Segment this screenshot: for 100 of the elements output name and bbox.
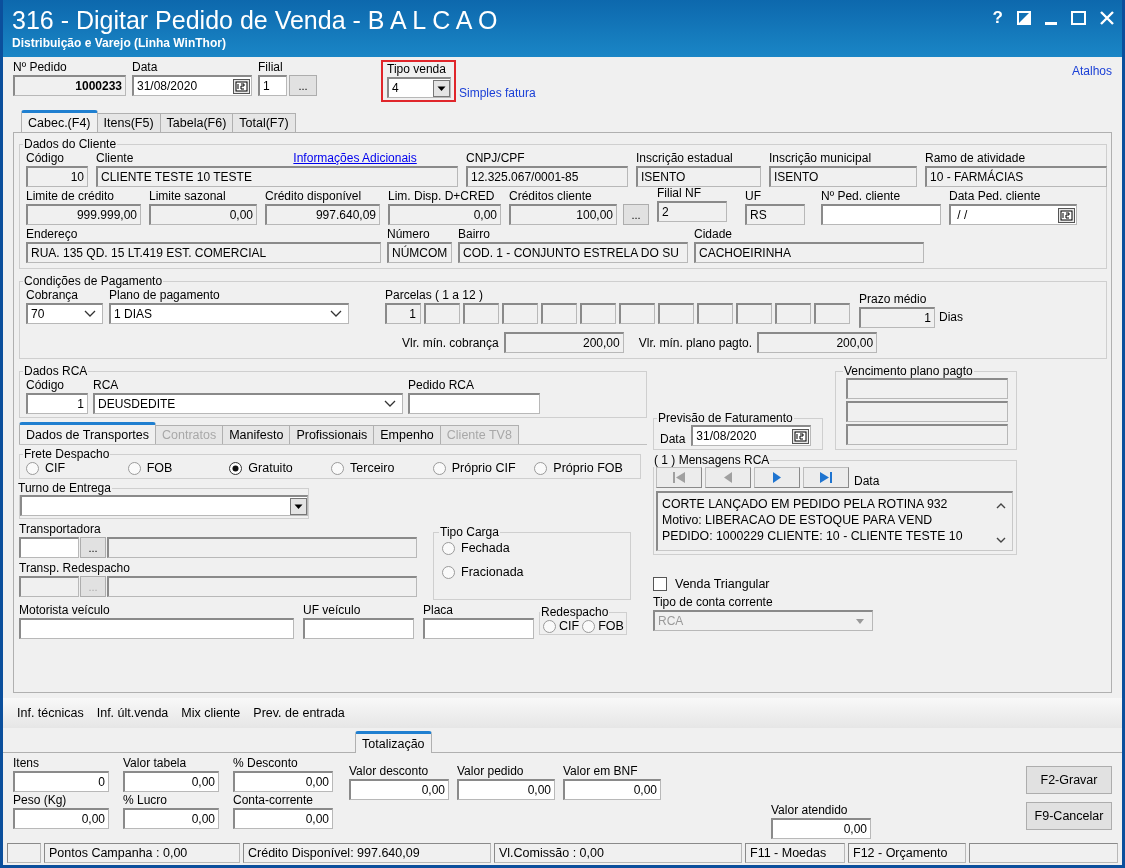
tab[interactable]: Empenho: [373, 425, 441, 444]
text-field[interactable]: 0: [13, 771, 109, 792]
radio-button[interactable]: Próprio FOB: [534, 461, 635, 475]
text-field[interactable]: CACHOEIRINHA: [694, 242, 924, 263]
date-field[interactable]: / /: [949, 204, 1077, 225]
text-field[interactable]: [408, 393, 540, 414]
checkbox[interactable]: Venda Triangular: [653, 577, 1018, 591]
text-field[interactable]: 0,00: [771, 818, 871, 839]
radio-on-icon[interactable]: [229, 461, 243, 475]
text-field[interactable]: 100,00: [509, 204, 617, 225]
last-button[interactable]: [803, 467, 849, 488]
shortcuts-link[interactable]: Atalhos: [1071, 64, 1112, 78]
text-field[interactable]: 0,00: [349, 779, 449, 800]
radio-button[interactable]: Terceiro: [331, 461, 433, 475]
radio-off-icon[interactable]: [26, 461, 39, 475]
lookup-button[interactable]: ...: [80, 537, 106, 558]
text-field[interactable]: 12.325.067/0001-85: [466, 166, 628, 187]
text-field[interactable]: 997.640,09: [265, 204, 380, 225]
info-link[interactable]: Inf. últ.venda: [96, 706, 169, 720]
text-field[interactable]: 2: [657, 201, 727, 222]
info-link[interactable]: Inf. técnicas: [17, 706, 84, 720]
radio-button[interactable]: Fechada: [442, 541, 622, 555]
radio-button[interactable]: Fracionada: [442, 565, 622, 579]
radio-off-icon[interactable]: [582, 619, 596, 633]
tab[interactable]: Dados de Transportes: [19, 422, 156, 444]
text-field[interactable]: 1: [26, 393, 88, 414]
calendar-icon[interactable]: [1058, 207, 1075, 223]
tab[interactable]: Tabela(F6): [159, 113, 234, 132]
lookup-button[interactable]: ...: [623, 204, 649, 225]
calendar-icon[interactable]: [792, 428, 810, 444]
text-field[interactable]: 1000233: [13, 75, 126, 96]
radio-off-icon[interactable]: [543, 619, 556, 633]
radio-button[interactable]: FOB: [127, 461, 230, 475]
radio-off-icon[interactable]: [331, 461, 344, 475]
next-button[interactable]: [754, 467, 800, 488]
close-icon[interactable]: [1100, 11, 1114, 25]
text-field[interactable]: [821, 204, 941, 225]
restore-icon[interactable]: [1017, 11, 1031, 25]
installment-field[interactable]: [463, 303, 499, 324]
installment-field[interactable]: [814, 303, 850, 324]
tab[interactable]: Totalização: [355, 731, 432, 753]
text-field[interactable]: [303, 618, 414, 639]
lookup-button[interactable]: ...: [289, 75, 317, 96]
radio-button[interactable]: CIF: [543, 619, 580, 633]
text-field[interactable]: 10: [26, 166, 88, 187]
message-area[interactable]: CORTE LANÇADO EM PEDIDO PELA ROTINA 932 Motivo: LIBERACAO DE ESTOQUE PARA VEND PEDIDO: 1000229 CLIENTE: 10 - CLIENTE TESTE 10: [656, 491, 1013, 551]
text-field[interactable]: 0,00: [457, 779, 555, 800]
scroll-down-icon[interactable]: [996, 537, 1006, 544]
dropdown-field[interactable]: 70: [26, 303, 103, 324]
dropdown-field[interactable]: DEUSDEDITE: [93, 393, 403, 414]
radio-off-icon[interactable]: [534, 461, 548, 475]
radio-off-icon[interactable]: [127, 461, 141, 475]
text-field[interactable]: 200,00: [757, 332, 878, 353]
chevron-down-icon[interactable]: [82, 309, 98, 319]
text-field[interactable]: [19, 537, 79, 558]
help-button[interactable]: ?: [992, 8, 1003, 28]
installment-field[interactable]: [541, 303, 577, 324]
text-field[interactable]: 0,00: [13, 808, 109, 829]
info-link[interactable]: Mix cliente: [181, 706, 241, 720]
radio-button[interactable]: Próprio CIF: [432, 461, 535, 475]
text-field[interactable]: [423, 618, 534, 639]
scroll-up-icon[interactable]: [996, 502, 1006, 509]
calendar-icon[interactable]: [233, 78, 250, 94]
installment-field[interactable]: [619, 303, 655, 324]
text-field[interactable]: 0,00: [149, 204, 257, 225]
installment-field[interactable]: 1: [385, 303, 421, 324]
text-field[interactable]: RUA. 135 QD. 15 LT.419 EST. COMERCIAL: [26, 242, 381, 263]
text-field[interactable]: 0,00: [123, 771, 219, 792]
text-field[interactable]: 0,00: [388, 204, 501, 225]
text-field[interactable]: 999.999,00: [26, 204, 141, 225]
text-field[interactable]: 1: [859, 307, 935, 328]
text-field[interactable]: 200,00: [503, 332, 624, 353]
text-field[interactable]: 0,00: [233, 808, 333, 829]
dropdown-field[interactable]: [20, 495, 308, 516]
date-field[interactable]: 31/08/2020: [691, 425, 812, 446]
text-field[interactable]: 0,00: [233, 771, 333, 792]
text-field[interactable]: 0,00: [123, 808, 219, 829]
chevron-down-icon[interactable]: [382, 399, 398, 409]
chevron-down-icon[interactable]: [328, 309, 344, 319]
text-field[interactable]: CLIENTE TESTE 10 TESTE: [96, 166, 458, 187]
text-field[interactable]: ISENTO: [636, 166, 761, 187]
installment-field[interactable]: [502, 303, 538, 324]
installment-field[interactable]: [580, 303, 616, 324]
installment-field[interactable]: [658, 303, 694, 324]
installment-field[interactable]: [424, 303, 460, 324]
text-field[interactable]: ISENTO: [769, 166, 917, 187]
tab[interactable]: Itens(F5): [96, 113, 161, 132]
installment-field[interactable]: [775, 303, 811, 324]
radio-button[interactable]: Gratuito: [229, 461, 331, 475]
radio-off-icon[interactable]: [442, 541, 455, 555]
text-field[interactable]: 10 - FARMÁCIAS: [925, 166, 1107, 187]
tab[interactable]: Cabec.(F4): [21, 110, 98, 132]
text-field[interactable]: [19, 618, 294, 639]
action-button[interactable]: F2-Gravar: [1026, 766, 1112, 794]
tab[interactable]: Total(F7): [232, 113, 296, 132]
info-link[interactable]: Prev. de entrada: [253, 706, 345, 720]
action-button[interactable]: F9-Cancelar: [1026, 802, 1112, 830]
tab[interactable]: Profissionais: [289, 425, 375, 444]
radio-button[interactable]: CIF: [26, 461, 128, 475]
dropdown-field[interactable]: 1 DIAS: [109, 303, 349, 324]
